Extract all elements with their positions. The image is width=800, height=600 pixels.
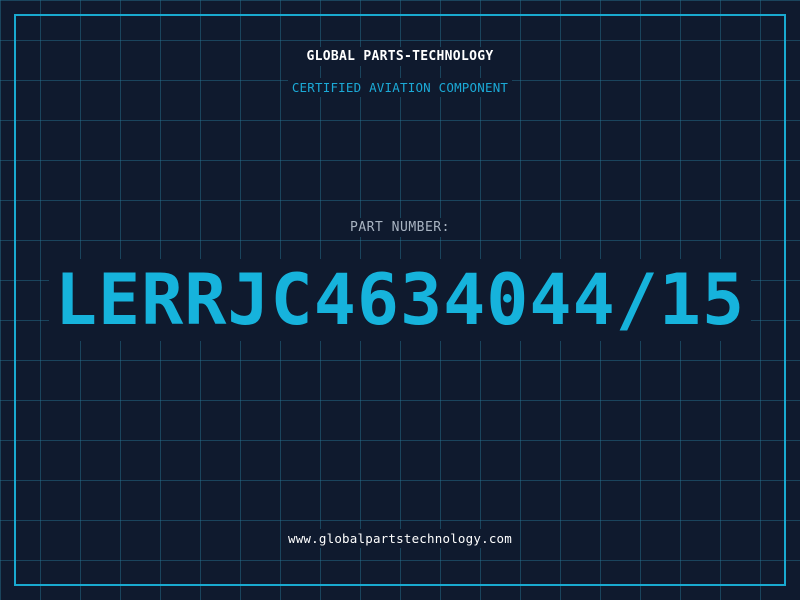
part-number-label-text: PART NUMBER: — [346, 218, 454, 237]
tagline-text: CERTIFIED AVIATION COMPONENT — [287, 78, 513, 97]
tagline: CERTIFIED AVIATION COMPONENT — [0, 78, 800, 97]
website-text: www.globalpartstechnology.com — [283, 529, 517, 548]
website-link: www.globalpartstechnology.com — [0, 529, 800, 548]
part-number-text: LERRJC4634044/15 — [48, 259, 752, 341]
company-name-text: GLOBAL PARTS-TECHNOLOGY — [302, 47, 498, 66]
label-card: GLOBAL PARTS-TECHNOLOGY CERTIFIED AVIATI… — [0, 0, 800, 600]
company-name: GLOBAL PARTS-TECHNOLOGY — [0, 47, 800, 66]
part-number: LERRJC4634044/15 — [0, 252, 800, 348]
part-number-label: PART NUMBER: — [0, 218, 800, 237]
